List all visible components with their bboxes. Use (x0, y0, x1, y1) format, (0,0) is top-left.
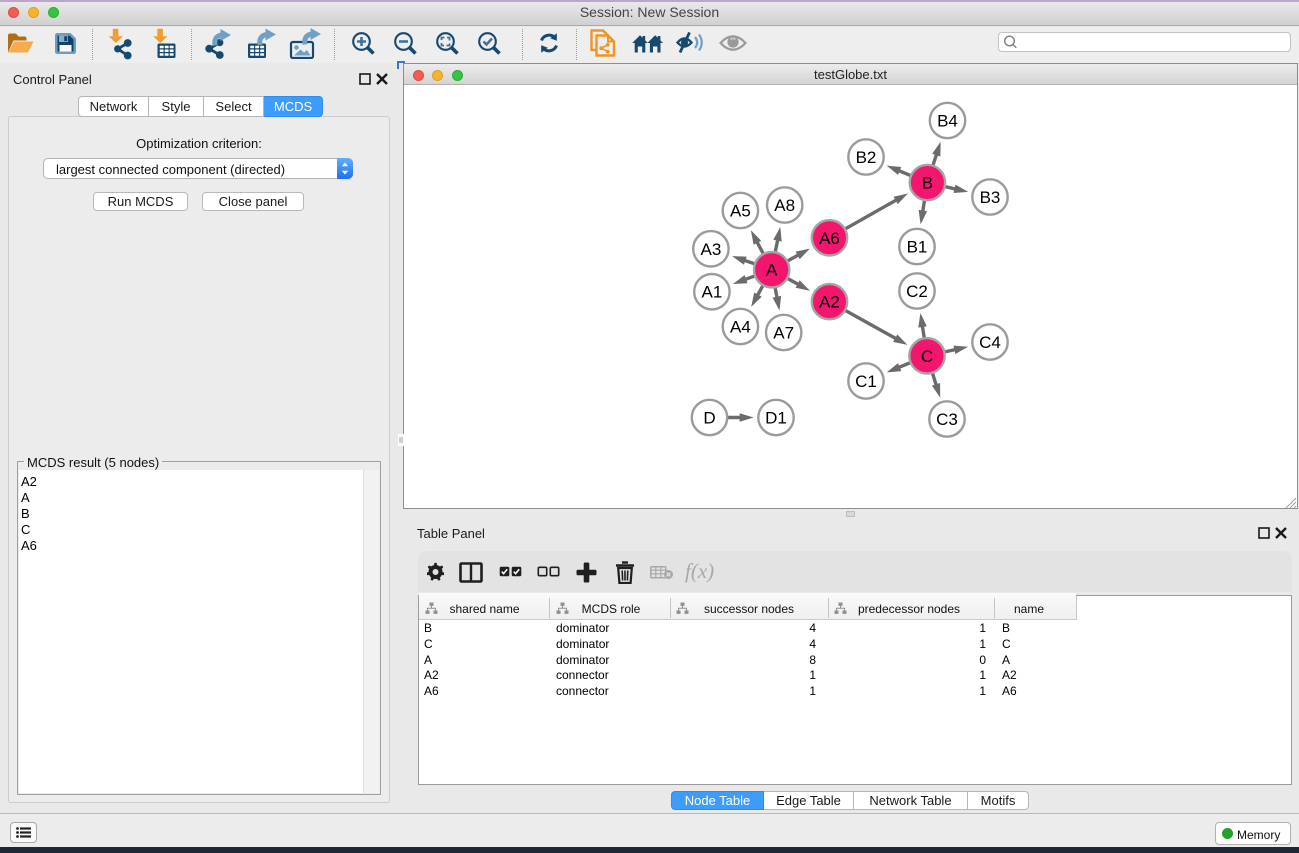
svg-text:A: A (766, 261, 778, 280)
svg-text:A4: A4 (730, 318, 751, 337)
svg-text:A8: A8 (774, 196, 795, 215)
svg-text:C4: C4 (979, 333, 1001, 352)
svg-text:B1: B1 (907, 238, 928, 257)
svg-text:D: D (703, 409, 715, 428)
svg-text:A3: A3 (701, 240, 722, 259)
svg-text:C1: C1 (855, 372, 877, 391)
svg-text:A2: A2 (819, 293, 840, 312)
svg-text:C2: C2 (906, 282, 928, 301)
svg-text:C: C (921, 347, 933, 366)
svg-text:B2: B2 (856, 148, 877, 167)
svg-text:B: B (922, 174, 933, 193)
svg-text:B4: B4 (937, 112, 958, 131)
svg-text:A5: A5 (730, 202, 751, 221)
svg-text:C3: C3 (936, 410, 958, 429)
svg-text:A6: A6 (819, 229, 840, 248)
svg-text:A7: A7 (773, 324, 794, 343)
svg-text:A1: A1 (702, 283, 723, 302)
svg-text:D1: D1 (765, 409, 787, 428)
svg-text:B3: B3 (980, 188, 1001, 207)
